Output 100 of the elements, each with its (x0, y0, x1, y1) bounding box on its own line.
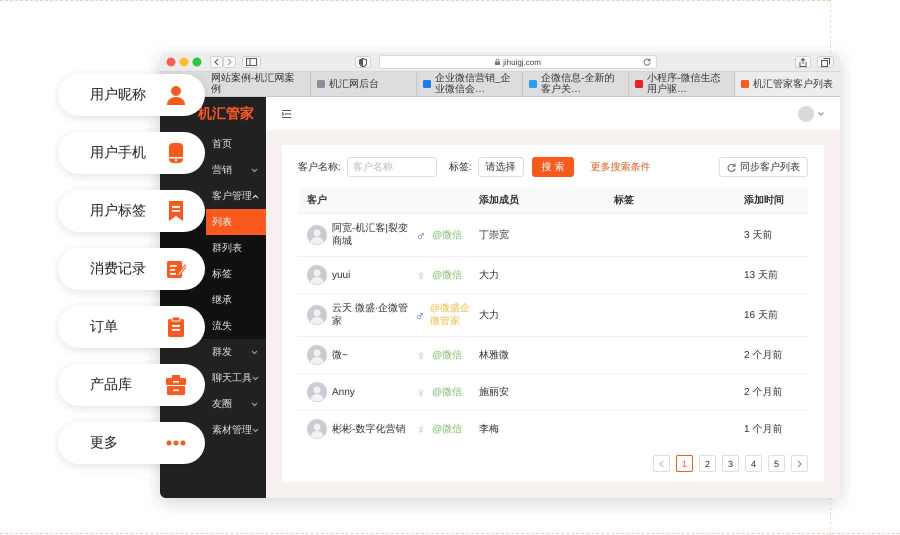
customer-name: 彬彬-数字化营销 (332, 422, 406, 436)
nav-item[interactable]: 聊天工具 (206, 365, 266, 391)
avatar (307, 265, 327, 285)
column-header: 添加成员 (470, 187, 605, 213)
caret-icon (818, 112, 824, 116)
column-header: 客户 (298, 187, 470, 213)
favicon-icon (317, 80, 325, 88)
window-controls-icon (166, 57, 204, 67)
customer-name: yuui (332, 268, 352, 282)
avatar (307, 225, 327, 245)
avatar (307, 305, 327, 325)
nav-subitem[interactable]: 群列表 (206, 235, 266, 261)
share-icon (799, 58, 807, 66)
cabinet-icon (166, 375, 186, 395)
feature-pill[interactable]: 用户手机 (58, 132, 205, 174)
source-label: @微信 (432, 386, 462, 398)
table-cell: 13 天前 (735, 256, 808, 293)
browser-tab[interactable]: 机汇管家客户列表 (734, 72, 840, 96)
reload-icon (643, 58, 651, 66)
field-label: 标签: (448, 160, 472, 174)
page-button[interactable]: 5 (768, 455, 785, 472)
table-cell: 丁崇宽 (470, 213, 605, 256)
tabs-icon (821, 58, 830, 66)
gender-symbol: ♀ (415, 268, 427, 282)
column-header: 添加时间 (735, 187, 808, 213)
table-cell: 施丽安 (470, 373, 605, 410)
sidebar-button[interactable] (242, 56, 261, 68)
nav-item[interactable]: 首页 (206, 131, 266, 157)
table-cell: 李梅 (470, 410, 605, 447)
nav-subitem[interactable]: 流失 (206, 313, 266, 339)
sync-button[interactable]: 同步客户列表 (719, 157, 808, 177)
feature-pill[interactable]: 用户标签 (58, 190, 205, 232)
source-label: @微盛企微管家 (430, 302, 470, 328)
gender-symbol: ♀ (415, 384, 427, 400)
favicon-icon (529, 80, 537, 88)
table-cell: 林雅微 (470, 336, 605, 373)
refresh-icon (727, 162, 736, 172)
page-button[interactable]: 2 (699, 455, 716, 472)
table-cell: 1 个月前 (735, 410, 808, 447)
gender-symbol: ♂ (415, 228, 427, 242)
chevron-right-icon (797, 460, 802, 468)
clipboard-icon (166, 317, 186, 337)
source-label: @微信 (432, 268, 462, 282)
favicon-icon (635, 80, 643, 88)
customer-name: 微~ (332, 348, 349, 362)
customer-name: 阿宽-机汇客|裂变商城 (332, 222, 409, 248)
gender-symbol: ♀ (415, 422, 427, 436)
gender-symbol: ♂ (415, 308, 425, 322)
menu-icon[interactable] (282, 110, 291, 118)
source-label: @微信 (432, 348, 462, 362)
nav-item[interactable]: 素材管理 (206, 417, 266, 443)
avatar (307, 382, 327, 402)
table-cell: 16 天前 (735, 293, 808, 336)
nav-item[interactable]: 友圈 (206, 391, 266, 417)
customer-name: Anny (332, 386, 356, 398)
phone-icon (166, 143, 186, 163)
nav-subitem[interactable]: 标签 (206, 261, 266, 287)
table-cell: 大力 (470, 256, 605, 293)
nav-item[interactable]: 客户管理 (206, 183, 266, 209)
table-cell: 2 个月前 (735, 336, 808, 373)
page-button[interactable]: 3 (722, 455, 739, 472)
shield-icon (359, 58, 367, 66)
favicon-icon (423, 80, 431, 88)
nav-item[interactable]: 营销 (206, 157, 266, 183)
sidebar-icon (246, 58, 257, 66)
source-label: @微信 (432, 228, 462, 242)
feature-pill[interactable]: 更多 (58, 422, 205, 464)
share-button[interactable] (795, 56, 811, 68)
avatar (307, 345, 327, 365)
next-page-button[interactable] (791, 455, 808, 472)
back-button[interactable] (210, 56, 223, 68)
gender-symbol: ♀ (415, 348, 427, 362)
lock-icon (495, 59, 500, 65)
source-label: @微信 (432, 422, 462, 436)
page-button[interactable]: 4 (745, 455, 762, 472)
table-cell: 大力 (470, 293, 605, 336)
chevron-left-icon (659, 460, 664, 468)
edit-icon (166, 259, 186, 279)
column-header: 标签 (605, 187, 735, 213)
nav-item[interactable]: 群发 (206, 339, 266, 365)
chevron-right-icon (227, 58, 232, 66)
privacy-button[interactable] (355, 56, 371, 68)
table-cell: 3 天前 (735, 213, 808, 256)
customer-name: 云天 微盛·企微管家 (332, 302, 410, 328)
name-input[interactable]: 客户名称 (346, 157, 437, 177)
address-bar[interactable]: jihuigj.com (379, 55, 657, 69)
avatar (307, 419, 327, 439)
favicon-icon (741, 80, 749, 88)
tag-select[interactable]: 请选择 (478, 157, 524, 177)
person-icon (166, 85, 186, 105)
nav-subitem[interactable]: 继承 (206, 287, 266, 313)
field-label: 客户名称: (298, 160, 341, 174)
chevron-left-icon (214, 58, 219, 66)
feature-pill[interactable]: 产品库 (58, 364, 205, 406)
table-cell: 2 个月前 (735, 373, 808, 410)
bookmark-icon (166, 201, 186, 221)
feature-pill[interactable]: 消费记录 (58, 248, 205, 290)
tabs-button[interactable] (817, 56, 834, 68)
feature-pill[interactable]: 订单 (58, 306, 205, 348)
more-icon (166, 440, 186, 446)
